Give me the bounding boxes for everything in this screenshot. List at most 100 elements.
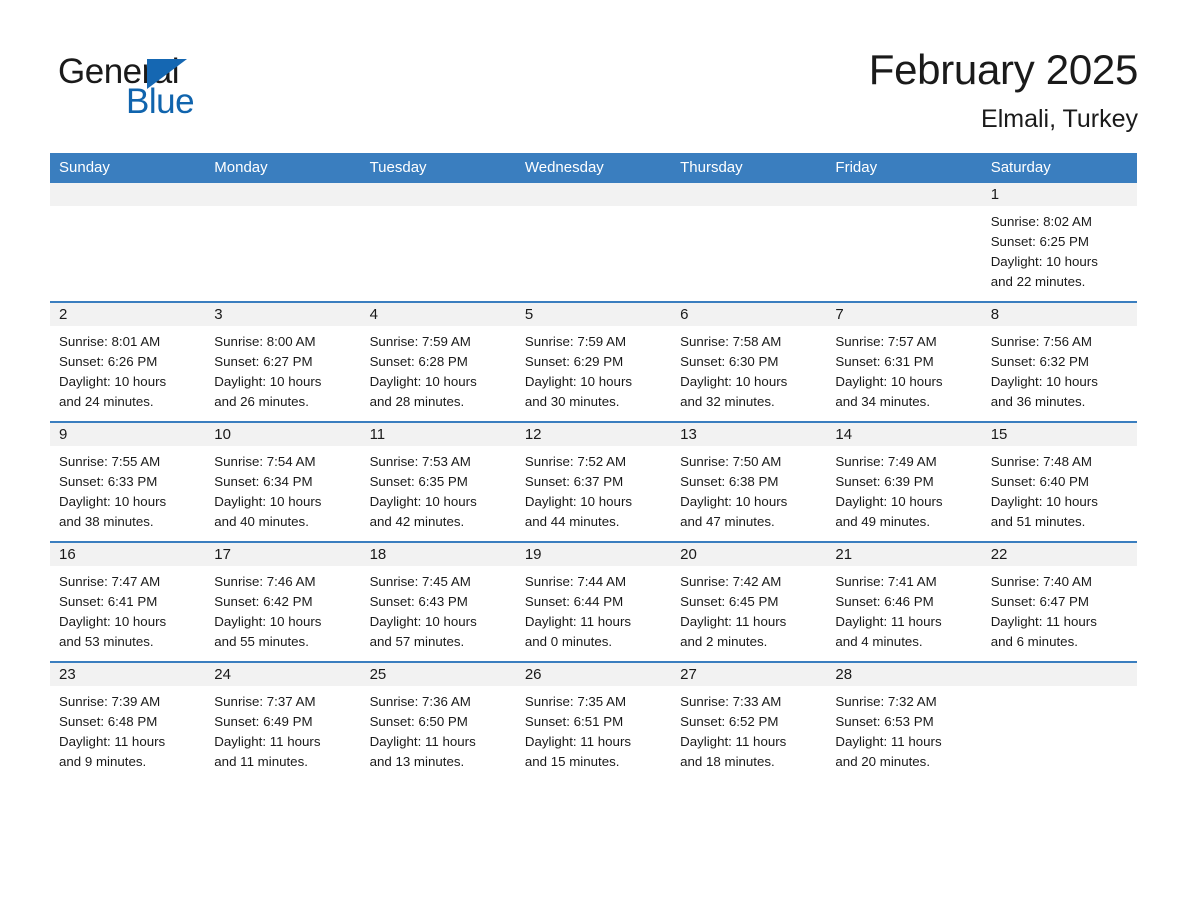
sunrise-text: Sunrise: 7:44 AM [524, 573, 627, 589]
weekday-header-tuesday: Tuesday [360, 152, 516, 183]
sunset-text: Sunset: 6:30 PM [680, 353, 779, 369]
day-cell[interactable]: 24 Sunrise: 7:37 AM Sunset: 6:49 PM Dayligh… [205, 660, 361, 781]
day-cell-inner: 8 Sunrise: 7:56 AM Sunset: 6:32 PM Daylight… [981, 302, 1137, 421]
day-cell[interactable]: 8 Sunrise: 7:56 AM Sunset: 6:32 PM Daylight… [981, 300, 1137, 422]
day-cell[interactable]: 23 Sunrise: 7:39 AM Sunset: 6:48 PM Dayligh… [50, 660, 206, 781]
daylight-text-line2: and 34 minutes. [835, 393, 931, 409]
day-number [205, 182, 361, 206]
day-number: 5 [515, 302, 672, 326]
daylight-text-line1: Daylight: 10 hours [835, 373, 943, 389]
day-number: 27 [671, 662, 827, 686]
sunrise-text: Sunrise: 7:53 AM [369, 453, 471, 469]
sunrise-text: Sunrise: 7:58 AM [680, 333, 782, 349]
day-number: 3 [205, 302, 361, 326]
day-number: 11 [360, 422, 516, 446]
sunrise-text: Sunrise: 7:45 AM [369, 573, 471, 589]
day-cell-inner [360, 182, 516, 301]
daylight-text-line1: Daylight: 11 hours [524, 733, 632, 749]
day-cell[interactable]: 4 Sunrise: 7:59 AM Sunset: 6:28 PM Daylight… [360, 300, 516, 422]
daylight-text-line2: and 42 minutes. [369, 513, 465, 529]
day-cell[interactable]: 6 Sunrise: 7:58 AM Sunset: 6:30 PM Daylight… [671, 300, 827, 422]
day-details: Sunrise: 7:57 AM Sunset: 6:31 PM Daylight:… [826, 326, 981, 412]
day-cell[interactable]: 27 Sunrise: 7:33 AM Sunset: 6:52 PM Dayligh… [671, 660, 827, 781]
day-details: Sunrise: 7:58 AM Sunset: 6:30 PM Daylight:… [671, 326, 826, 412]
sunrise-text: Sunrise: 7:54 AM [214, 453, 316, 469]
daylight-text-line1: Daylight: 11 hours [680, 613, 787, 629]
day-details: Sunrise: 7:55 AM Sunset: 6:33 PM Daylight:… [50, 446, 205, 532]
day-cell-inner: 1 Sunrise: 8:02 AM Sunset: 6:25 PM Daylight… [981, 182, 1137, 301]
sunrise-text: Sunrise: 7:57 AM [835, 333, 937, 349]
day-cell[interactable]: 10 Sunrise: 7:54 AM Sunset: 6:34 PM Dayligh… [205, 420, 361, 542]
day-cell[interactable]: 5 Sunrise: 7:59 AM Sunset: 6:29 PM Daylight… [515, 300, 672, 422]
day-details: Sunrise: 7:40 AM Sunset: 6:47 PM Daylight:… [982, 566, 1137, 652]
day-cell[interactable]: 22 Sunrise: 7:40 AM Sunset: 6:47 PM Dayligh… [981, 540, 1137, 662]
day-cell[interactable]: 13 Sunrise: 7:50 AM Sunset: 6:38 PM Dayligh… [671, 420, 827, 542]
day-cell[interactable]: 11 Sunrise: 7:53 AM Sunset: 6:35 PM Dayligh… [360, 420, 516, 542]
day-cell[interactable]: 21 Sunrise: 7:41 AM Sunset: 6:46 PM Dayligh… [826, 540, 982, 662]
day-details: Sunrise: 7:39 AM Sunset: 6:48 PM Daylight:… [50, 686, 205, 772]
day-cell-inner [981, 662, 1137, 781]
daylight-text-line2: and 24 minutes. [59, 393, 154, 409]
day-cell[interactable]: 18 Sunrise: 7:45 AM Sunset: 6:43 PM Dayligh… [360, 540, 516, 662]
day-cell-empty [205, 182, 361, 302]
daylight-text-line1: Daylight: 10 hours [990, 493, 1098, 509]
day-cell-inner: 16 Sunrise: 7:47 AM Sunset: 6:41 PM Dayligh… [50, 542, 206, 661]
weekday-header-friday: Friday [826, 152, 982, 183]
daylight-text-line2: and 18 minutes. [680, 753, 775, 769]
daylight-text-line1: Daylight: 11 hours [835, 613, 942, 629]
sunset-text: Sunset: 6:52 PM [680, 713, 779, 729]
sunset-text: Sunset: 6:26 PM [59, 353, 158, 369]
daylight-text-line1: Daylight: 11 hours [524, 613, 632, 629]
daylight-text-line1: Daylight: 11 hours [680, 733, 787, 749]
general-blue-logo: General Blue [58, 46, 208, 119]
sunrise-text: Sunrise: 7:41 AM [835, 573, 937, 589]
day-details: Sunrise: 7:50 AM Sunset: 6:38 PM Daylight:… [671, 446, 826, 532]
daylight-text-line1: Daylight: 10 hours [214, 613, 322, 629]
day-details: Sunrise: 7:37 AM Sunset: 6:49 PM Daylight:… [205, 686, 360, 772]
daylight-text-line2: and 15 minutes. [524, 753, 620, 769]
daylight-text-line2: and 30 minutes. [524, 393, 620, 409]
location-subtitle: Elmali, Turkey [981, 105, 1138, 134]
day-cell[interactable]: 16 Sunrise: 7:47 AM Sunset: 6:41 PM Dayligh… [50, 540, 206, 662]
sunrise-text: Sunrise: 7:35 AM [524, 693, 627, 709]
day-details: Sunrise: 7:42 AM Sunset: 6:45 PM Daylight:… [671, 566, 826, 652]
day-cell-inner [826, 182, 982, 301]
day-number [671, 182, 827, 206]
day-cell[interactable]: 19 Sunrise: 7:44 AM Sunset: 6:44 PM Dayligh… [515, 540, 672, 662]
sunset-text: Sunset: 6:29 PM [524, 353, 624, 369]
day-details: Sunrise: 7:54 AM Sunset: 6:34 PM Daylight:… [205, 446, 360, 532]
sunset-text: Sunset: 6:44 PM [524, 593, 624, 609]
daylight-text-line1: Daylight: 10 hours [680, 493, 788, 509]
day-number: 12 [515, 422, 672, 446]
sunset-text: Sunset: 6:35 PM [369, 473, 468, 489]
day-details: Sunrise: 7:36 AM Sunset: 6:50 PM Daylight:… [361, 686, 516, 772]
weekday-header-saturday: Saturday [981, 152, 1137, 183]
day-cell[interactable]: 17 Sunrise: 7:46 AM Sunset: 6:42 PM Dayligh… [205, 540, 361, 662]
day-cell[interactable]: 20 Sunrise: 7:42 AM Sunset: 6:45 PM Dayligh… [671, 540, 827, 662]
day-cell[interactable]: 15 Sunrise: 7:48 AM Sunset: 6:40 PM Dayligh… [981, 420, 1137, 542]
sunrise-text: Sunrise: 7:32 AM [835, 693, 937, 709]
daylight-text-line1: Daylight: 10 hours [524, 373, 633, 389]
day-number: 24 [205, 662, 361, 686]
day-cell[interactable]: 12 Sunrise: 7:52 AM Sunset: 6:37 PM Dayligh… [515, 420, 672, 542]
day-cell[interactable]: 26 Sunrise: 7:35 AM Sunset: 6:51 PM Dayligh… [515, 660, 672, 781]
day-details: Sunrise: 7:49 AM Sunset: 6:39 PM Daylight:… [826, 446, 981, 532]
daylight-text-line2: and 44 minutes. [524, 513, 620, 529]
day-number: 18 [360, 542, 516, 566]
sunrise-text: Sunrise: 7:42 AM [680, 573, 782, 589]
day-cell[interactable]: 2 Sunrise: 8:01 AM Sunset: 6:26 PM Daylight… [50, 300, 206, 422]
day-details: Sunrise: 8:00 AM Sunset: 6:27 PM Daylight:… [205, 326, 360, 412]
day-cell[interactable]: 1 Sunrise: 8:02 AM Sunset: 6:25 PM Daylight… [981, 182, 1137, 302]
daylight-text-line1: Daylight: 11 hours [835, 733, 942, 749]
day-cell[interactable]: 3 Sunrise: 8:00 AM Sunset: 6:27 PM Daylight… [205, 300, 361, 422]
day-cell[interactable]: 25 Sunrise: 7:36 AM Sunset: 6:50 PM Dayligh… [360, 660, 516, 781]
day-cell-inner: 15 Sunrise: 7:48 AM Sunset: 6:40 PM Dayligh… [981, 422, 1137, 541]
day-number: 17 [205, 542, 361, 566]
day-cell[interactable]: 28 Sunrise: 7:32 AM Sunset: 6:53 PM Dayligh… [826, 660, 982, 781]
day-cell[interactable]: 14 Sunrise: 7:49 AM Sunset: 6:39 PM Dayligh… [826, 420, 982, 542]
daylight-text-line2: and 57 minutes. [369, 633, 465, 649]
day-cell[interactable]: 7 Sunrise: 7:57 AM Sunset: 6:31 PM Daylight… [826, 300, 982, 422]
day-cell[interactable]: 9 Sunrise: 7:55 AM Sunset: 6:33 PM Daylight… [50, 420, 206, 542]
day-cell-inner: 14 Sunrise: 7:49 AM Sunset: 6:39 PM Dayligh… [826, 422, 982, 541]
sunrise-text: Sunrise: 7:55 AM [59, 453, 161, 469]
